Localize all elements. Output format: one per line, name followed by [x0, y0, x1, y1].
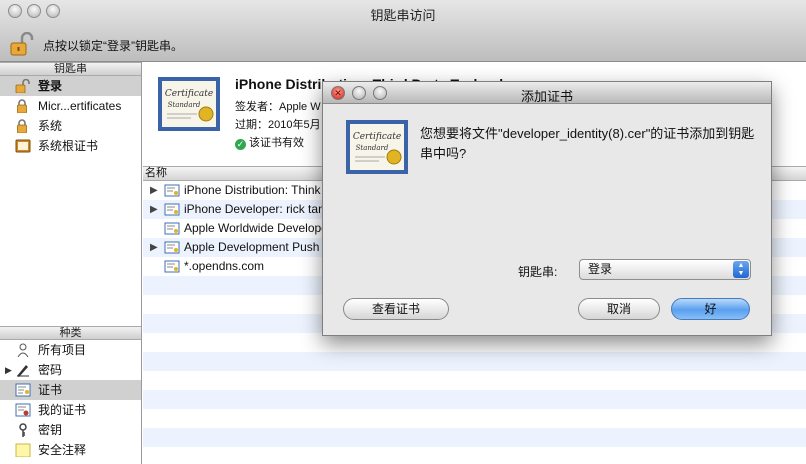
certificate-icon	[164, 241, 180, 254]
sidebar-item-label: 系统	[38, 119, 63, 133]
dialog-titlebar: ✕ 添加证书	[323, 82, 771, 104]
certificate-icon	[164, 184, 180, 197]
sidebar-item-label: Micr...ertificates	[38, 99, 122, 113]
padlock-icon	[15, 99, 31, 114]
sidebar-item-label: 安全注释	[38, 443, 87, 457]
cancel-button[interactable]: 取消	[578, 298, 660, 320]
unlocked-padlock-icon	[15, 78, 31, 94]
row-name: *.opendns.com	[184, 259, 265, 273]
sidebar-item-microsoft-certificates[interactable]: Micr...ertificates	[0, 96, 141, 116]
certificate-icon	[164, 222, 180, 235]
sidebar-item-my-certificates[interactable]: 我的证书	[0, 400, 141, 420]
sidebar-item-label: 证书	[38, 383, 63, 397]
disclosure-triangle-icon[interactable]: ▶	[150, 238, 158, 257]
dialog-message: 您想要将文件"developer_identity(8).cer"的证书添加到钥…	[420, 126, 755, 161]
sidebar: 钥匙串 登录 Micr...ertificates 系统 系统根证书 种类 所有…	[0, 62, 142, 464]
certificate-icon	[164, 203, 180, 216]
sidebar-item-system-roots[interactable]: 系统根证书	[0, 136, 141, 156]
disclosure-triangle-icon[interactable]: ▶	[150, 181, 158, 200]
window-title: 钥匙串访问	[370, 8, 436, 23]
people-icon	[15, 343, 31, 358]
sidebar-item-label: 登录	[38, 79, 63, 93]
svg-text:Standard: Standard	[168, 101, 201, 109]
validity-text: 该证书有效	[249, 137, 304, 149]
certificate-standard-icon: Certificate Standard	[345, 119, 409, 175]
category-header: 种类	[0, 326, 141, 340]
my-certificate-icon	[15, 403, 31, 417]
padlock-icon	[15, 119, 31, 134]
keychain-select-value: 登录	[588, 262, 613, 276]
category-section: 种类 所有项目 ▶ 密码 证书 我的证书 密钥 安全注释	[0, 326, 141, 460]
ok-button[interactable]: 好	[671, 298, 750, 320]
cabinet-icon	[15, 139, 31, 153]
disclosure-triangle-icon[interactable]: ▶	[150, 200, 158, 219]
add-certificate-dialog: ✕ 添加证书 Certificate Standard 您想要将文件"devel…	[322, 81, 772, 336]
dialog-title: 添加证书	[520, 89, 573, 104]
sidebar-item-label: 我的证书	[38, 403, 87, 417]
view-certificate-button[interactable]: 查看证书	[343, 298, 449, 320]
checkmark-icon: ✓	[235, 139, 246, 150]
certificate-validity: ✓ 该证书有效	[235, 134, 304, 150]
sidebar-item-certificates[interactable]: 证书	[0, 380, 141, 400]
sidebar-item-all-items[interactable]: 所有项目	[0, 340, 141, 360]
sidebar-item-label: 密码	[38, 363, 63, 377]
row-name: Apple Worldwide Develope	[184, 221, 328, 235]
lock-hint-text[interactable]: 点按以锁定“登录”钥匙串。	[43, 37, 183, 54]
row-name: Apple Development Push	[184, 240, 320, 254]
row-name: iPhone Distribution: Think	[184, 183, 321, 197]
sidebar-item-login[interactable]: 登录	[0, 76, 141, 96]
window-titlebar: 钥匙串访问 点按以锁定“登录”钥匙串。	[0, 0, 806, 62]
certificate-icon	[164, 260, 180, 273]
svg-text:Certificate: Certificate	[353, 132, 401, 142]
up-down-arrows-icon: ▲ ▼	[733, 261, 749, 278]
certificate-icon	[15, 383, 31, 397]
certificate-expiry: 过期：2010年5月	[235, 119, 321, 131]
svg-text:Certificate: Certificate	[165, 89, 213, 99]
sidebar-item-keys[interactable]: 密钥	[0, 420, 141, 440]
keychain-select[interactable]: 登录 ▲ ▼	[579, 259, 751, 280]
sidebar-item-system[interactable]: 系统	[0, 116, 141, 136]
row-name: iPhone Developer: rick tan	[184, 202, 325, 216]
note-icon	[15, 443, 31, 458]
pen-icon	[15, 363, 31, 377]
svg-text:Standard: Standard	[356, 144, 389, 152]
sidebar-item-label: 密钥	[38, 423, 63, 437]
sidebar-item-label: 系统根证书	[38, 139, 99, 153]
sidebar-item-secure-notes[interactable]: 安全注释	[0, 440, 141, 460]
certificate-standard-icon: Certificate Standard	[157, 76, 221, 132]
keychain-label: 钥匙串:	[518, 265, 558, 279]
sidebar-item-passwords[interactable]: ▶ 密码	[0, 360, 141, 380]
unlocked-padlock-icon[interactable]	[9, 31, 35, 56]
sidebar-item-label: 所有项目	[38, 343, 87, 357]
key-icon	[15, 423, 31, 437]
certificate-issuer: 签发者：Apple W	[235, 101, 321, 113]
disclosure-triangle-icon[interactable]: ▶	[5, 360, 12, 380]
keychains-header: 钥匙串	[0, 62, 141, 76]
